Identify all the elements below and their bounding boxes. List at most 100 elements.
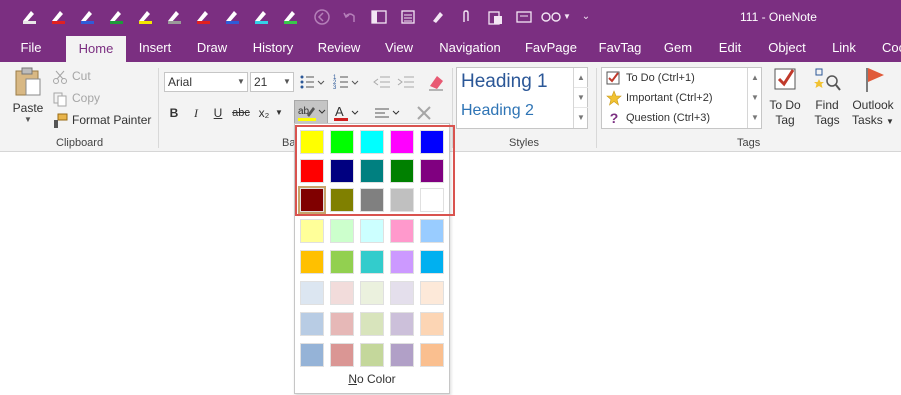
more-styles-icon[interactable]: ▼: [574, 108, 588, 128]
dock-icon[interactable]: [370, 8, 388, 26]
tab-history[interactable]: History: [244, 34, 302, 62]
theme-color-swatch[interactable]: [390, 281, 414, 305]
clear-formatting-button[interactable]: [426, 72, 446, 92]
tab-favtag[interactable]: FavTag: [592, 34, 648, 62]
font-size-combo[interactable]: 21 ▼: [250, 72, 294, 92]
theme-color-swatch[interactable]: [300, 219, 324, 243]
page-icon[interactable]: [399, 8, 417, 26]
pen-icon[interactable]: [107, 8, 127, 26]
theme-color-swatch[interactable]: [420, 343, 444, 367]
tag-important[interactable]: Important (Ctrl+2): [606, 89, 713, 108]
paste-button[interactable]: Paste ▼: [10, 66, 46, 132]
paste-icon[interactable]: [486, 8, 504, 26]
screen-icon[interactable]: [515, 8, 533, 26]
theme-color-swatch[interactable]: [360, 312, 384, 336]
outlook-tasks-button[interactable]: Outlook Tasks ▼: [848, 64, 898, 129]
customize-icon[interactable]: ⌄: [580, 8, 592, 26]
tab-cooperation[interactable]: Coo: [874, 34, 901, 62]
theme-color-swatch[interactable]: [390, 250, 414, 274]
theme-color-swatch[interactable]: [390, 219, 414, 243]
tab-edit[interactable]: Edit: [708, 34, 752, 62]
scroll-up-icon[interactable]: ▲: [748, 68, 762, 88]
pen-icon[interactable]: [252, 8, 272, 26]
subscript-dropdown-icon[interactable]: ▼: [274, 103, 284, 123]
bullets-button[interactable]: [298, 72, 328, 92]
pen-icon[interactable]: [136, 8, 156, 26]
glasses-dropdown-icon[interactable]: ▼: [562, 8, 572, 26]
tab-favpage[interactable]: FavPage: [518, 34, 584, 62]
theme-color-swatch[interactable]: [330, 219, 354, 243]
font-color-button[interactable]: A: [332, 102, 362, 124]
theme-color-swatch[interactable]: [300, 250, 324, 274]
pen-icon[interactable]: [49, 8, 69, 26]
pen-icon[interactable]: [165, 8, 185, 26]
bold-button[interactable]: B: [166, 103, 182, 123]
style-heading-1[interactable]: Heading 1: [461, 71, 548, 93]
pen-icon[interactable]: [78, 8, 98, 26]
theme-color-swatch[interactable]: [390, 343, 414, 367]
find-tags-button[interactable]: Find Tags: [808, 64, 846, 128]
tab-navigation[interactable]: Navigation: [430, 34, 510, 62]
paragraph-alignment-button[interactable]: [372, 102, 402, 124]
theme-color-swatch[interactable]: [360, 281, 384, 305]
theme-color-swatch[interactable]: [420, 281, 444, 305]
theme-color-swatch[interactable]: [330, 343, 354, 367]
theme-color-swatch[interactable]: [360, 343, 384, 367]
subscript-button[interactable]: x₂: [256, 103, 272, 123]
decrease-indent-button[interactable]: [372, 72, 392, 92]
theme-color-swatch[interactable]: [330, 250, 354, 274]
theme-color-swatch[interactable]: [390, 312, 414, 336]
tab-gem[interactable]: Gem: [656, 34, 700, 62]
tag-todo[interactable]: To Do (Ctrl+1): [606, 69, 695, 88]
delete-button[interactable]: [414, 102, 434, 124]
tab-view[interactable]: View: [376, 34, 422, 62]
theme-color-swatch[interactable]: [330, 281, 354, 305]
theme-color-swatch[interactable]: [300, 281, 324, 305]
scroll-up-icon[interactable]: ▲: [574, 68, 588, 88]
tab-draw[interactable]: Draw: [188, 34, 236, 62]
todo-tag-button[interactable]: To Do Tag: [766, 64, 804, 128]
no-color-option[interactable]: No Color: [295, 372, 449, 386]
copy-button[interactable]: Copy: [52, 88, 100, 108]
italic-button[interactable]: I: [188, 103, 204, 123]
pen-icon[interactable]: [223, 8, 243, 26]
pen-icon[interactable]: [194, 8, 214, 26]
tab-home[interactable]: Home: [66, 36, 126, 62]
theme-color-swatch[interactable]: [360, 250, 384, 274]
tab-review[interactable]: Review: [310, 34, 368, 62]
back-icon[interactable]: [313, 8, 331, 26]
pen-icon[interactable]: [281, 8, 301, 26]
theme-color-swatch[interactable]: [300, 343, 324, 367]
tab-link[interactable]: Link: [822, 34, 866, 62]
underline-button[interactable]: U: [210, 103, 226, 123]
pen-icon[interactable]: [20, 8, 40, 26]
increase-indent-button[interactable]: [396, 72, 416, 92]
theme-color-swatch[interactable]: [420, 312, 444, 336]
format-painter-button[interactable]: Format Painter: [52, 110, 151, 130]
numbering-button[interactable]: 123: [332, 72, 362, 92]
style-heading-2[interactable]: Heading 2: [461, 102, 534, 120]
tag-question[interactable]: ? Question (Ctrl+3): [606, 109, 710, 128]
theme-color-swatch[interactable]: [360, 219, 384, 243]
highlight-color-button[interactable]: ab: [294, 100, 328, 124]
glasses-icon[interactable]: [540, 8, 562, 26]
theme-color-swatch[interactable]: [300, 312, 324, 336]
theme-color-swatch[interactable]: [420, 250, 444, 274]
tab-object[interactable]: Object: [760, 34, 814, 62]
styles-scrollbar[interactable]: ▲ ▼ ▼: [573, 68, 588, 128]
tags-scrollbar[interactable]: ▲ ▼ ▼: [747, 68, 762, 128]
scroll-down-icon[interactable]: ▼: [748, 88, 762, 108]
tab-file[interactable]: File: [8, 34, 54, 62]
touch-icon[interactable]: [428, 8, 446, 26]
scroll-down-icon[interactable]: ▼: [574, 88, 588, 108]
undo-icon[interactable]: [341, 8, 359, 26]
styles-gallery: Heading 1 Heading 2 ▲ ▼ ▼: [456, 67, 588, 129]
cut-button[interactable]: Cut: [52, 66, 91, 86]
font-family-combo[interactable]: Arial ▼: [164, 72, 248, 92]
more-tags-icon[interactable]: ▼: [748, 108, 762, 128]
theme-color-swatch[interactable]: [330, 312, 354, 336]
tab-insert[interactable]: Insert: [130, 34, 180, 62]
strikethrough-button[interactable]: abc: [230, 103, 252, 123]
theme-color-swatch[interactable]: [420, 219, 444, 243]
attach-icon[interactable]: [457, 8, 475, 26]
